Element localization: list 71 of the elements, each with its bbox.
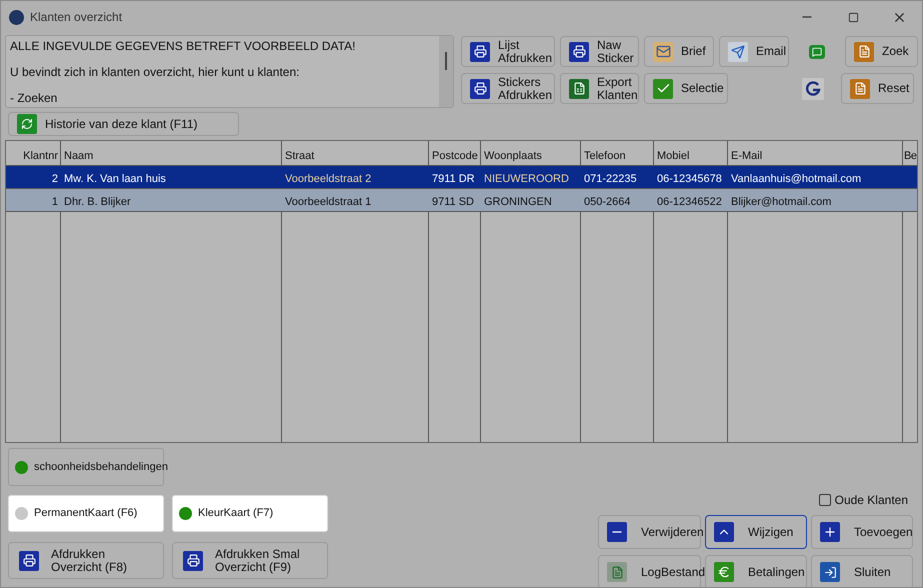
sign-in-icon xyxy=(820,562,840,582)
chat-icon[interactable] xyxy=(809,44,825,58)
printer-icon xyxy=(470,42,490,62)
checkmark-icon xyxy=(653,78,673,98)
scrollbar[interactable] xyxy=(439,36,453,107)
plus-icon xyxy=(820,522,840,542)
table-row[interactable]: 1 Dhr. B. Blijker Voorbeeldstraat 1 9711 SD GRONINGEN 050-2664 06-12346522 Blijker@hotmail.com xyxy=(6,189,917,212)
action-button[interactable]: Toevoegen xyxy=(811,515,913,549)
column-header[interactable]: Be xyxy=(903,141,917,165)
table-cell-text: 071-22235 xyxy=(583,172,638,187)
document-icon xyxy=(854,42,874,62)
column-header[interactable]: E-Mail xyxy=(728,141,903,165)
memo-field[interactable]: ALLE INGEVULDE GEGEVENS BETREFT VOORBEELD DATA! U bevindt zich in klanten overzicht, hier kunt u klanten: - Zoeken xyxy=(5,35,454,108)
sticker-button[interactable]: Naw Sticker xyxy=(560,36,639,67)
action-button[interactable]: Wijzigen xyxy=(705,515,807,549)
table-cell-text: 06-12346522 xyxy=(656,195,723,210)
table-row[interactable]: 2 Mw. K. Van laan huis Voorbeeldstraat 2 7911 DR NIEUWEROORD 071-22235 06-12345678 Vanlaanhuis@hotmail.com xyxy=(6,166,917,189)
column-header[interactable]: Straat xyxy=(282,141,429,165)
print-stickers-button[interactable]: Stickers Afdrukken xyxy=(461,73,555,104)
printer-icon xyxy=(470,78,490,98)
toggle-button[interactable]: KleurKaart (F7) xyxy=(172,495,328,532)
history-button[interactable]: Historie van deze klant (F11) xyxy=(8,112,239,136)
column-header[interactable]: Telefoon xyxy=(581,141,654,165)
table-cell-text: Blijker@hotmail.com xyxy=(730,195,832,210)
print-overview-button[interactable]: Afdrukken Overzicht (F8) xyxy=(8,542,164,579)
action-button[interactable]: Verwijderen xyxy=(598,515,701,549)
memo-line: U bevindt zich in klanten overzicht, hier kunt u klanten: xyxy=(10,65,300,79)
printer-icon xyxy=(183,550,203,570)
table-cell-text: NIEUWEROORD xyxy=(483,172,570,187)
column-header[interactable]: Woonplaats xyxy=(481,141,581,165)
euro-icon xyxy=(714,562,734,582)
document-icon xyxy=(850,78,870,98)
email-button[interactable]: Email xyxy=(719,36,789,67)
reset-button[interactable]: Reset xyxy=(841,73,914,104)
toggle-button[interactable]: PermanentKaart (F6) xyxy=(8,495,164,532)
action-button[interactable]: Sluiten xyxy=(811,555,913,587)
table-cell-text: 1 xyxy=(50,195,59,210)
table-cell-text: 9711 SD xyxy=(431,195,475,210)
table-cell-text: Voorbeeldstraat 2 xyxy=(284,172,372,187)
table-cell-text: Dhr. B. Blijker xyxy=(63,195,132,210)
column-header[interactable]: Mobiel xyxy=(654,141,728,165)
selection-button[interactable]: Selectie xyxy=(644,73,728,104)
table-cell-text: 7911 DR xyxy=(431,172,476,187)
action-button[interactable]: Betalingen xyxy=(705,555,807,587)
column-header[interactable]: Postcode xyxy=(429,141,481,165)
window-title: Klanten overzicht xyxy=(30,9,122,26)
spreadsheet-icon xyxy=(569,78,589,98)
google-icon[interactable] xyxy=(802,78,824,100)
app-logo-icon xyxy=(9,10,24,24)
table-cell-text: 2 xyxy=(50,172,59,187)
table-cell-text: Voorbeeldstraat 1 xyxy=(284,195,372,210)
minus-icon xyxy=(607,522,627,542)
print-list-button[interactable]: Lijst Afdrukken xyxy=(461,36,555,67)
export-button[interactable]: Export Klanten xyxy=(560,73,639,104)
print-overview-button[interactable]: Afdrukken Smal Overzicht (F9) xyxy=(172,542,328,579)
printer-icon xyxy=(569,42,589,62)
table-cell-text: Mw. K. Van laan huis xyxy=(63,172,167,187)
table-cell-text: 050-2664 xyxy=(583,195,632,210)
refresh-icon xyxy=(17,114,37,134)
column-header[interactable]: Naam xyxy=(61,141,282,165)
column-header[interactable]: Klantnr xyxy=(6,141,61,165)
old-customers-checkbox[interactable]: Oude Klanten xyxy=(818,491,908,509)
printer-icon xyxy=(19,550,39,570)
search-button[interactable]: Zoek xyxy=(845,36,918,67)
letter-button[interactable]: Brief xyxy=(644,36,714,67)
caret-icon xyxy=(714,522,734,542)
table-cell-text: Vanlaanhuis@hotmail.com xyxy=(730,172,862,187)
table-cell-text: GRONINGEN xyxy=(483,195,553,210)
memo-line: ALLE INGEVULDE GEGEVENS BETREFT VOORBEELD DATA! xyxy=(10,39,356,53)
memo-line: - Zoeken xyxy=(10,91,58,105)
table-cell-text: 06-12345678 xyxy=(656,172,723,187)
